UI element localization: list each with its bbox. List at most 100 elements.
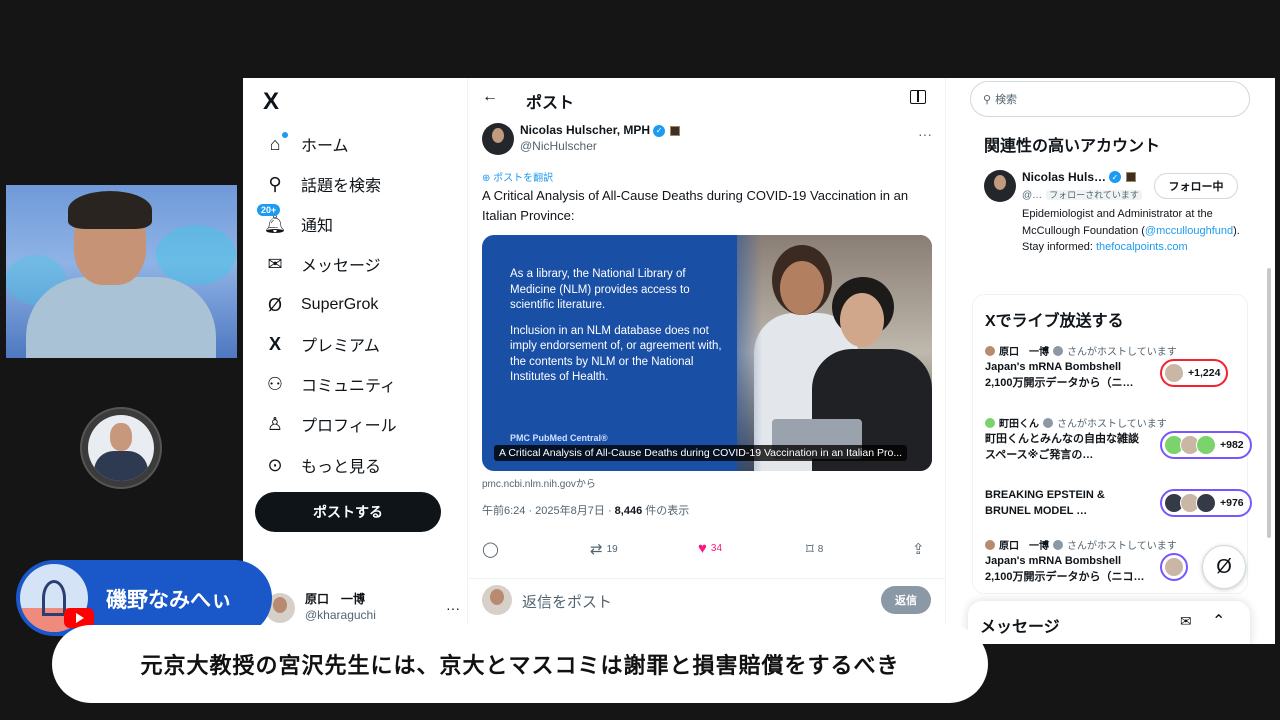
- person-icon: ♙: [266, 413, 284, 434]
- more-circle-icon: ⊙: [267, 454, 283, 475]
- nav-communities[interactable]: ⚇ コミュニティ: [263, 368, 396, 400]
- listener-count: +982: [1220, 439, 1244, 451]
- listener-count: +976: [1220, 497, 1244, 509]
- host-suffix: さんがホストしています: [1067, 347, 1177, 358]
- chevron-up-icon[interactable]: ⌃: [1212, 611, 1225, 631]
- listener-avatar: [1164, 557, 1184, 577]
- view-count: 8,446: [614, 505, 643, 517]
- live-space-item[interactable]: 町田くん さんがホストしています 町田くんとみんなの自由な雑談スペース※ご発言の……: [985, 415, 1252, 461]
- repost-icon: ⇄: [590, 541, 603, 558]
- translate-link[interactable]: ⊕ ポストを翻訳: [482, 169, 553, 184]
- verified-badge-icon: ✓: [653, 125, 666, 138]
- scrollbar[interactable]: [1267, 268, 1271, 538]
- related-name: Nicolas Huls…: [1022, 170, 1107, 184]
- nav-communities-label: コミュニティ: [301, 378, 397, 395]
- follows-you-tag: フォローされています: [1046, 190, 1142, 200]
- author-handle[interactable]: @NicHulscher: [520, 139, 680, 155]
- post-button[interactable]: ポストする: [255, 492, 441, 532]
- left-sidebar: X ⌂ ホーム ⚲ 話題を検索 🔔︎ 20+ 通知 ✉ メッセージ Ø Super…: [243, 78, 468, 644]
- bio-url-link[interactable]: thefocalpoints.com: [1096, 241, 1188, 253]
- search-input[interactable]: ⚲ 検索: [970, 81, 1250, 117]
- listener-pill: [1160, 553, 1188, 581]
- account-switcher[interactable]: 原口 一博 @kharaguchi ···: [265, 588, 460, 628]
- affiliation-badge-icon: [1126, 172, 1137, 182]
- related-accounts: 関連性の高いアカウント Nicolas Huls… ✓ @… フォローされています …: [972, 120, 1248, 280]
- grok-icon[interactable]: Ø: [1202, 545, 1246, 589]
- guest-background: [88, 415, 154, 481]
- account-name: 原口 一博: [305, 592, 366, 607]
- reply-button[interactable]: 返信: [881, 586, 931, 614]
- bio-mention-link[interactable]: @mcculloughfund: [1145, 225, 1233, 237]
- main-column: ← ポスト Nicolas Hulscher, MPH ✓ @NicHulsche…: [468, 78, 946, 644]
- guest-head: [110, 423, 132, 451]
- mail-icon: ✉: [267, 253, 283, 274]
- author-name[interactable]: Nicolas Hulscher, MPH: [520, 123, 650, 139]
- author-avatar[interactable]: [482, 123, 514, 155]
- back-arrow-icon[interactable]: ←: [482, 88, 498, 106]
- nav-premium-label: プレミアム: [301, 338, 380, 355]
- share-action[interactable]: ⇪: [912, 540, 929, 558]
- reply-input[interactable]: 返信をポスト: [522, 591, 612, 612]
- reply-icon: ◯: [482, 541, 499, 558]
- nav-home[interactable]: ⌂ ホーム: [263, 128, 349, 160]
- host-suffix: さんがホストしています: [1067, 541, 1177, 552]
- verified-badge-icon: [1043, 417, 1053, 428]
- card-source[interactable]: pmc.ncbi.nlm.nih.govから: [482, 475, 596, 490]
- post-timestamp[interactable]: 午前6:24 · 2025年8月7日 ·: [482, 505, 615, 517]
- nav-notifications[interactable]: 🔔︎ 20+ 通知: [257, 204, 333, 240]
- nav-explore[interactable]: ⚲ 話題を検索: [263, 168, 381, 200]
- reader-mode-icon[interactable]: [910, 90, 926, 104]
- nav-more[interactable]: ⊙ もっと見る: [263, 449, 381, 481]
- messages-title: メッセージ: [980, 619, 1060, 636]
- messages-drawer[interactable]: メッセージ ✉ ⌃: [968, 601, 1250, 644]
- translate-label: ポストを翻訳: [493, 173, 554, 184]
- verified-badge-icon: [1053, 345, 1063, 356]
- section-title: 関連性の高いアカウント: [984, 138, 1161, 155]
- related-bio: Epidemiologist and Administrator at the …: [1022, 206, 1244, 256]
- listener-avatar: [1164, 363, 1184, 383]
- nav-profile[interactable]: ♙ プロフィール: [263, 408, 397, 440]
- background-art: [156, 225, 236, 285]
- like-action[interactable]: ♥ 34: [698, 540, 722, 557]
- host-name: 町田くん: [999, 419, 1039, 430]
- avatar[interactable]: [984, 170, 1016, 202]
- nav-messages-label: メッセージ: [301, 258, 381, 275]
- following-button[interactable]: フォロー中: [1154, 173, 1238, 199]
- nav-messages[interactable]: ✉ メッセージ: [263, 248, 381, 280]
- post-menu-icon[interactable]: ···: [918, 126, 932, 142]
- more-icon[interactable]: ···: [446, 600, 460, 616]
- webcam-guest: [80, 407, 162, 489]
- space-title: 町田くんとみんなの自由な雑談スペース※ご発言の…: [985, 433, 1139, 461]
- listener-count: +1,224: [1188, 367, 1221, 379]
- avatar: [482, 585, 512, 615]
- space-title: Japan's mRNA Bombshell 2,100万開示データから（ニコ…: [985, 555, 1145, 583]
- guest-body: [94, 451, 148, 481]
- host-avatar: [985, 417, 995, 428]
- live-space-item[interactable]: 原口 一博 さんがホストしています Japan's mRNA Bombshell …: [985, 343, 1241, 389]
- bookmark-count: 8: [817, 543, 824, 555]
- heart-icon: ♥: [698, 540, 707, 557]
- affiliation-badge-icon: [670, 126, 681, 137]
- new-message-icon[interactable]: ✉: [1180, 613, 1192, 630]
- nav-home-label: ホーム: [301, 138, 349, 155]
- live-space-item[interactable]: 原口 一博 さんがホストしています Japan's mRNA Bombshell …: [985, 537, 1241, 583]
- post-actions: ◯ ⇄ 19 ♥ 34 ⌑ 8 ⇪: [482, 540, 932, 562]
- card-caption: A Critical Analysis of All-Cause Deaths …: [494, 445, 908, 461]
- nav-premium[interactable]: X プレミアム: [263, 328, 380, 360]
- share-icon: ⇪: [912, 541, 925, 558]
- repost-count: 19: [606, 543, 618, 555]
- reply-action[interactable]: ◯: [482, 540, 503, 558]
- related-handle: @…: [1022, 190, 1043, 201]
- nav-more-label: もっと見る: [301, 459, 382, 476]
- space-title: Japan's mRNA Bombshell 2,100万開示データから（ニ…: [985, 361, 1134, 389]
- bookmark-action[interactable]: ⌑ 8: [806, 540, 823, 558]
- x-logo[interactable]: X: [263, 88, 279, 116]
- like-count: 34: [710, 543, 723, 554]
- nav-supergrok[interactable]: Ø SuperGrok: [263, 289, 378, 321]
- link-card[interactable]: As a library, the National Library of Me…: [482, 235, 932, 471]
- page-title: ポスト: [526, 95, 575, 112]
- repost-action[interactable]: ⇄ 19: [590, 540, 618, 558]
- card-paragraph: As a library, the National Library of Me…: [510, 268, 690, 311]
- grok-icon: Ø: [267, 294, 282, 315]
- host-name: 原口 一博: [999, 541, 1049, 552]
